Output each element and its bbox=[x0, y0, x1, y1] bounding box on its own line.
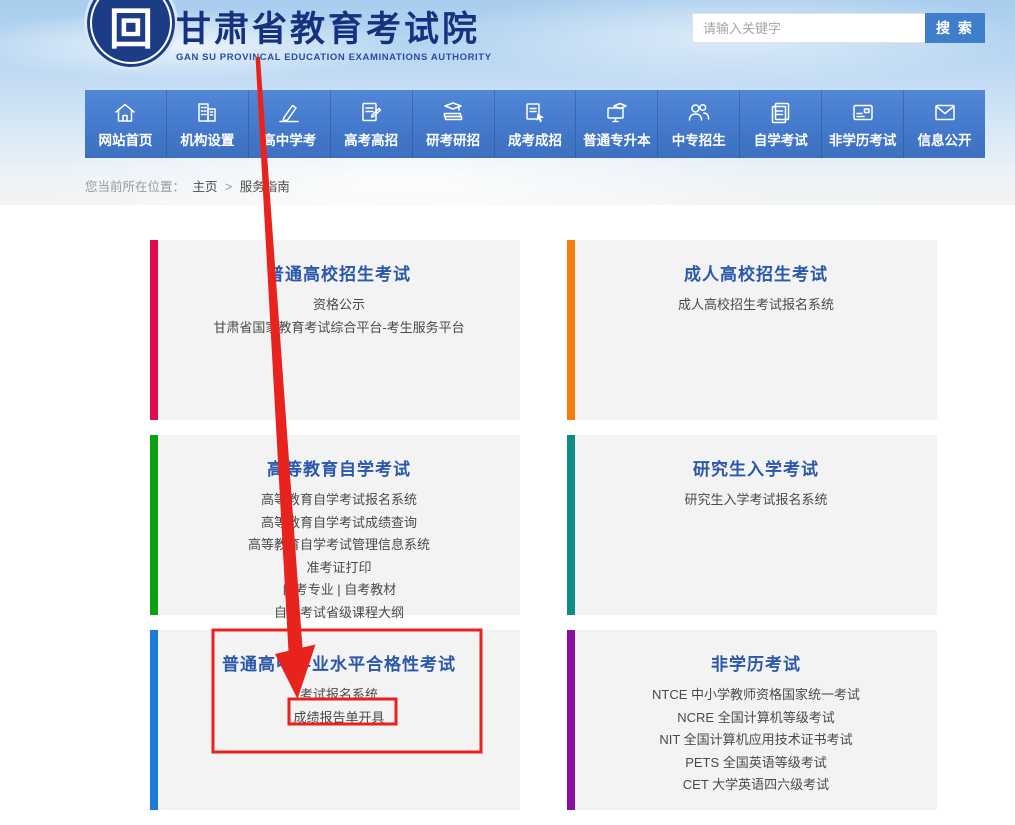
site-title: 甘肃省教育考试院 bbox=[176, 9, 492, 51]
page-root: 回 甘肃省教育考试院 GAN SU PROVINCAL EDUCATION EX… bbox=[0, 0, 1015, 825]
cards-grid: 普通高校招生考试资格公示甘肃省国家教育考试综合平台-考生服务平台成人高校招生考试… bbox=[150, 240, 937, 810]
card-accent-bar bbox=[150, 630, 158, 810]
card-links: 成人高校招生考试报名系统 bbox=[585, 294, 927, 317]
card-accent-bar bbox=[567, 240, 575, 420]
card-links: 资格公示甘肃省国家教育考试综合平台-考生服务平台 bbox=[168, 294, 510, 339]
site-logo[interactable]: 回 bbox=[84, 0, 178, 70]
breadcrumb-label: 您当前所在位置： bbox=[85, 180, 185, 194]
card-link[interactable]: 甘肃省国家教育考试综合平台-考生服务平台 bbox=[168, 317, 510, 340]
nav-item-6[interactable]: 成考成招 bbox=[494, 90, 576, 158]
card-link[interactable]: 准考证打印 bbox=[168, 557, 510, 580]
card-link[interactable]: 成绩报告单开具 bbox=[168, 707, 510, 730]
books-cap-icon bbox=[440, 100, 466, 126]
card-link[interactable]: 成人高校招生考试报名系统 bbox=[585, 294, 927, 317]
card-accent-bar bbox=[567, 435, 575, 615]
breadcrumb-current[interactable]: 服务指南 bbox=[240, 180, 290, 194]
building-icon bbox=[194, 100, 220, 126]
card-title: 普通高校招生考试 bbox=[168, 260, 510, 285]
service-card-2: 成人高校招生考试成人高校招生考试报名系统 bbox=[567, 240, 937, 420]
logo-emblem-icon: 回 bbox=[109, 8, 153, 52]
breadcrumb: 您当前所在位置： 主页 > 服务指南 bbox=[85, 176, 294, 195]
nav-item-label: 研考研招 bbox=[426, 129, 480, 149]
card-title: 成人高校招生考试 bbox=[585, 260, 927, 285]
breadcrumb-home[interactable]: 主页 bbox=[193, 180, 218, 194]
nav-item-label: 中专招生 bbox=[672, 129, 726, 149]
exam-doc-icon bbox=[358, 100, 384, 126]
search-button[interactable]: 搜 索 bbox=[925, 13, 985, 43]
card-title: 非学历考试 bbox=[585, 650, 927, 675]
card-link[interactable]: 自学考试省级课程大纲 bbox=[168, 602, 510, 625]
card-link[interactable]: 考试报名系统 bbox=[168, 684, 510, 707]
nav-item-8[interactable]: 中专招生 bbox=[657, 90, 739, 158]
card-link[interactable]: 自考专业 | 自考教材 bbox=[168, 579, 510, 602]
nav-item-label: 网站首页 bbox=[98, 129, 152, 149]
nav-item-11[interactable]: 信息公开 bbox=[903, 90, 985, 158]
service-card-1: 普通高校招生考试资格公示甘肃省国家教育考试综合平台-考生服务平台 bbox=[150, 240, 520, 420]
service-card-6: 非学历考试 NTCE 中小学教师资格国家统一考试NCRE 全国计算机等级考试NIT… bbox=[567, 630, 937, 810]
nav-item-label: 机构设置 bbox=[180, 129, 234, 149]
service-card-5: 普通高中学业水平合格性考试考试报名系统成绩报告单开具 bbox=[150, 630, 520, 810]
id-card-icon bbox=[850, 100, 876, 126]
nav-item-3[interactable]: 高中学考 bbox=[248, 90, 330, 158]
nav-item-label: 成考成招 bbox=[508, 129, 562, 149]
card-links: 研究生入学考试报名系统 bbox=[585, 489, 927, 512]
card-link[interactable]: 资格公示 bbox=[168, 294, 510, 317]
service-card-3: 高等教育自学考试高等教育自学考试报名系统高等教育自学考试成绩查询高等教育自学考试… bbox=[150, 435, 520, 615]
home-icon bbox=[112, 100, 138, 126]
card-links: NTCE 中小学教师资格国家统一考试NCRE 全国计算机等级考试NIT 全国计算… bbox=[585, 684, 927, 797]
envelope-icon bbox=[932, 100, 958, 126]
card-link[interactable]: NTCE 中小学教师资格国家统一考试 bbox=[585, 684, 927, 707]
monitor-cap-icon bbox=[604, 100, 630, 126]
nav-item-7[interactable]: 普通专升本 bbox=[575, 90, 657, 158]
nav-item-label: 普通专升本 bbox=[583, 129, 651, 149]
card-links: 高等教育自学考试报名系统高等教育自学考试成绩查询高等教育自学考试管理信息系统准考… bbox=[168, 489, 510, 624]
card-accent-bar bbox=[567, 630, 575, 810]
card-accent-bar bbox=[150, 240, 158, 420]
card-link[interactable]: NIT 全国计算机应用技术证书考试 bbox=[585, 729, 927, 752]
service-cards-section: 普通高校招生考试资格公示甘肃省国家教育考试综合平台-考生服务平台成人高校招生考试… bbox=[0, 205, 1015, 825]
card-link[interactable]: PETS 全国英语等级考试 bbox=[585, 752, 927, 775]
card-link[interactable]: 研究生入学考试报名系统 bbox=[585, 489, 927, 512]
breadcrumb-separator-icon: > bbox=[225, 180, 232, 194]
card-link[interactable]: 高等教育自学考试报名系统 bbox=[168, 489, 510, 512]
nav-item-10[interactable]: 非学历考试 bbox=[821, 90, 903, 158]
card-link[interactable]: 高等教育自学考试管理信息系统 bbox=[168, 534, 510, 557]
nav-item-label: 非学历考试 bbox=[829, 129, 897, 149]
card-link[interactable]: 高等教育自学考试成绩查询 bbox=[168, 512, 510, 535]
nav-item-1[interactable]: 网站首页 bbox=[85, 90, 166, 158]
book-icon bbox=[768, 100, 794, 126]
service-card-4: 研究生入学考试研究生入学考试报名系统 bbox=[567, 435, 937, 615]
people-icon bbox=[686, 100, 712, 126]
search-bar: 搜 索 bbox=[692, 13, 985, 43]
card-title: 普通高中学业水平合格性考试 bbox=[168, 650, 510, 675]
nav-item-label: 高考高招 bbox=[344, 129, 398, 149]
doc-cursor-icon bbox=[522, 100, 548, 126]
pencil-books-icon bbox=[276, 100, 302, 126]
nav-item-label: 自学考试 bbox=[754, 129, 808, 149]
nav-item-label: 信息公开 bbox=[918, 129, 972, 149]
main-nav: 网站首页 机构设置 高中学考 高考高招 研考研招 成考成招 普通专升本 中专招生 自学考试 非学历… bbox=[85, 90, 985, 158]
card-links: 考试报名系统成绩报告单开具 bbox=[168, 684, 510, 729]
nav-item-5[interactable]: 研考研招 bbox=[412, 90, 494, 158]
card-link[interactable]: CET 大学英语四六级考试 bbox=[585, 774, 927, 797]
search-input[interactable] bbox=[692, 13, 925, 43]
nav-item-label: 高中学考 bbox=[262, 129, 316, 149]
card-link[interactable]: NCRE 全国计算机等级考试 bbox=[585, 707, 927, 730]
nav-item-4[interactable]: 高考高招 bbox=[330, 90, 412, 158]
card-title: 研究生入学考试 bbox=[585, 455, 927, 480]
card-title: 高等教育自学考试 bbox=[168, 455, 510, 480]
site-title-block: 甘肃省教育考试院 GAN SU PROVINCAL EDUCATION EXAM… bbox=[176, 9, 492, 63]
nav-item-9[interactable]: 自学考试 bbox=[739, 90, 821, 158]
site-subtitle: GAN SU PROVINCAL EDUCATION EXAMINATIONS … bbox=[176, 52, 492, 63]
card-accent-bar bbox=[150, 435, 158, 615]
nav-item-2[interactable]: 机构设置 bbox=[166, 90, 248, 158]
